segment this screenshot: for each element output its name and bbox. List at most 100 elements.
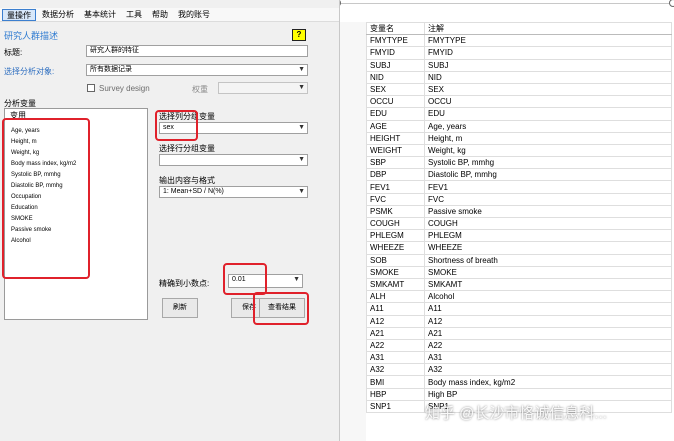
variable-label-cell[interactable]: Height, m bbox=[424, 131, 672, 145]
table-row[interactable]: SMOKE SMOKE bbox=[366, 265, 672, 279]
variable-label-cell[interactable]: A12 bbox=[424, 314, 672, 328]
menu-item-variable-ops[interactable]: 量操作 bbox=[2, 8, 36, 21]
variable-label-cell[interactable]: FMYTYPE bbox=[424, 34, 672, 48]
table-row[interactable]: DBP Diastolic BP, mmhg bbox=[366, 168, 672, 182]
table-row[interactable]: A22 A22 bbox=[366, 338, 672, 353]
table-row[interactable]: SEX SEX bbox=[366, 82, 672, 97]
menu-item-my-account[interactable]: 我的账号 bbox=[174, 9, 214, 21]
column-header-name[interactable]: 变量名 bbox=[366, 22, 425, 36]
variable-name-cell[interactable]: NID bbox=[366, 70, 425, 84]
list-item[interactable]: Education bbox=[11, 204, 38, 212]
variable-label-cell[interactable]: A21 bbox=[424, 326, 672, 340]
list-item[interactable]: SMOKE bbox=[11, 215, 33, 223]
variable-name-cell[interactable]: AGE bbox=[366, 119, 425, 133]
variable-name-cell[interactable]: A21 bbox=[366, 326, 425, 340]
variable-name-cell[interactable]: HEIGHT bbox=[366, 131, 425, 145]
variable-name-cell[interactable]: SMKAMT bbox=[366, 277, 425, 292]
variable-name-cell[interactable]: COUGH bbox=[366, 216, 425, 231]
variable-label-cell[interactable]: Age, years bbox=[424, 119, 672, 133]
title-input[interactable]: 研究人群的特征 bbox=[86, 45, 308, 57]
variable-name-cell[interactable]: SOB bbox=[366, 253, 425, 267]
table-row[interactable]: A32 A32 bbox=[366, 363, 672, 377]
menu-item-tools[interactable]: 工具 bbox=[122, 9, 146, 21]
weight-select[interactable]: ▼ bbox=[218, 82, 308, 94]
variable-name-cell[interactable]: WEIGHT bbox=[366, 143, 425, 158]
variable-name-cell[interactable]: ALH bbox=[366, 290, 425, 304]
table-row[interactable]: A12 A12 bbox=[366, 314, 672, 328]
table-row[interactable]: A31 A31 bbox=[366, 351, 672, 365]
variable-name-cell[interactable]: SBP bbox=[366, 156, 425, 170]
variable-name-cell[interactable]: SNP1 bbox=[366, 399, 425, 414]
variable-label-cell[interactable]: PHLEGM bbox=[424, 229, 672, 243]
variable-label-cell[interactable]: A22 bbox=[424, 338, 672, 353]
table-row[interactable]: SUBJ SUBJ bbox=[366, 58, 672, 72]
table-row[interactable]: HBP High BP bbox=[366, 387, 672, 401]
variable-label-cell[interactable]: EDU bbox=[424, 107, 672, 121]
variable-name-cell[interactable]: EDU bbox=[366, 107, 425, 121]
menu-item-data-analysis[interactable]: 数据分析 bbox=[38, 9, 78, 21]
variable-label-cell[interactable]: FEV1 bbox=[424, 180, 672, 194]
variable-label-cell[interactable]: SEX bbox=[424, 82, 672, 97]
crop-handle-top-right[interactable] bbox=[669, 0, 674, 7]
table-row[interactable]: COUGH COUGH bbox=[366, 216, 672, 231]
variable-name-cell[interactable]: A22 bbox=[366, 338, 425, 353]
subset-select[interactable]: 所有数据记录 ▼ bbox=[86, 64, 308, 76]
survey-design-checkbox[interactable] bbox=[87, 84, 95, 92]
variable-label-cell[interactable]: A11 bbox=[424, 302, 672, 316]
variable-name-cell[interactable]: OCCU bbox=[366, 95, 425, 109]
variable-name-cell[interactable]: FEV1 bbox=[366, 180, 425, 194]
list-item[interactable]: Body mass index, kg/m2 bbox=[11, 160, 76, 168]
table-row[interactable]: SMKAMT SMKAMT bbox=[366, 277, 672, 292]
variable-name-cell[interactable]: A12 bbox=[366, 314, 425, 328]
table-row[interactable]: FEV1 FEV1 bbox=[366, 180, 672, 194]
table-row[interactable]: SBP Systolic BP, mmhg bbox=[366, 156, 672, 170]
analysis-variables-list[interactable]: 变用 Age, years Height, m Weight, kg Body … bbox=[4, 108, 148, 320]
decimals-select[interactable]: 0.01 ▼ bbox=[228, 274, 303, 288]
variable-name-cell[interactable]: A31 bbox=[366, 351, 425, 365]
variable-label-cell[interactable]: Passive smoke bbox=[424, 204, 672, 219]
list-item[interactable]: Height, m bbox=[11, 138, 37, 146]
variable-label-cell[interactable]: Diastolic BP, mmhg bbox=[424, 168, 672, 182]
table-row[interactable]: HEIGHT Height, m bbox=[366, 131, 672, 145]
table-row[interactable]: WEIGHT Weight, kg bbox=[366, 143, 672, 158]
table-row[interactable]: EDU EDU bbox=[366, 107, 672, 121]
variable-label-cell[interactable]: OCCU bbox=[424, 95, 672, 109]
variable-name-cell[interactable]: BMI bbox=[366, 375, 425, 389]
variable-label-cell[interactable]: SUBJ bbox=[424, 58, 672, 72]
variable-name-cell[interactable]: PHLEGM bbox=[366, 229, 425, 243]
output-format-select[interactable]: 1: Mean+SD / N(%) ▼ bbox=[159, 186, 308, 198]
variable-name-cell[interactable]: SMOKE bbox=[366, 265, 425, 279]
variable-name-cell[interactable]: FMYID bbox=[366, 46, 425, 60]
variable-label-cell[interactable]: WHEEZE bbox=[424, 241, 672, 255]
table-row[interactable]: A21 A21 bbox=[366, 326, 672, 340]
list-item[interactable]: Diastolic BP, mmhg bbox=[11, 182, 63, 190]
list-item[interactable]: Age, years bbox=[11, 127, 40, 135]
variable-label-cell[interactable]: COUGH bbox=[424, 216, 672, 231]
list-item[interactable]: Systolic BP, mmhg bbox=[11, 171, 61, 179]
variable-name-cell[interactable]: A32 bbox=[366, 363, 425, 377]
table-row[interactable]: AGE Age, years bbox=[366, 119, 672, 133]
list-item[interactable]: Weight, kg bbox=[11, 149, 39, 157]
table-row[interactable]: PSMK Passive smoke bbox=[366, 204, 672, 219]
table-row[interactable]: WHEEZE WHEEZE bbox=[366, 241, 672, 255]
row-group-select[interactable]: ▼ bbox=[159, 154, 308, 166]
variable-label-cell[interactable]: Body mass index, kg/m2 bbox=[424, 375, 672, 389]
variable-name-cell[interactable]: SEX bbox=[366, 82, 425, 97]
table-row[interactable]: A11 A11 bbox=[366, 302, 672, 316]
variable-name-cell[interactable]: DBP bbox=[366, 168, 425, 182]
variable-name-cell[interactable]: SUBJ bbox=[366, 58, 425, 72]
variable-name-cell[interactable]: HBP bbox=[366, 387, 425, 401]
refresh-button[interactable]: 刷新 bbox=[162, 298, 198, 318]
variable-label-cell[interactable]: Weight, kg bbox=[424, 143, 672, 158]
variable-label-cell[interactable]: Shortness of breath bbox=[424, 253, 672, 267]
table-row[interactable]: BMI Body mass index, kg/m2 bbox=[366, 375, 672, 389]
col-group-select[interactable]: sex ▼ bbox=[159, 122, 308, 134]
variable-name-cell[interactable]: FMYTYPE bbox=[366, 34, 425, 48]
table-row[interactable]: ALH Alcohol bbox=[366, 290, 672, 304]
variable-label-cell[interactable]: Systolic BP, mmhg bbox=[424, 156, 672, 170]
variable-name-cell[interactable]: WHEEZE bbox=[366, 241, 425, 255]
variable-label-cell[interactable]: SMKAMT bbox=[424, 277, 672, 292]
variable-label-cell[interactable]: FMYID bbox=[424, 46, 672, 60]
list-item[interactable]: Passive smoke bbox=[11, 226, 51, 234]
table-row[interactable]: OCCU OCCU bbox=[366, 95, 672, 109]
